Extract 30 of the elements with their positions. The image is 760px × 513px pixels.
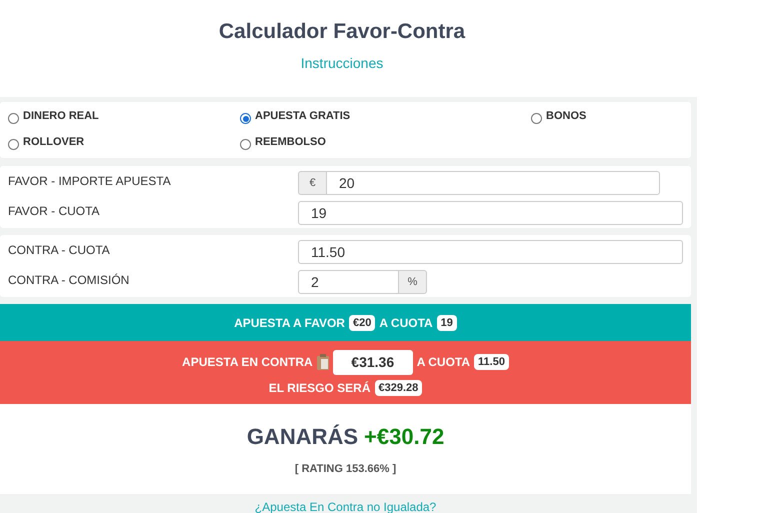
field-label: CONTRA - CUOTA (8, 242, 111, 259)
result-label: GANARÁS (246, 424, 358, 450)
percent-addon: % (399, 270, 427, 294)
summary-label: EL RIESGO SERÁ (268, 380, 371, 394)
contra-stake-field[interactable]: €31.36 (332, 350, 413, 374)
summary-label: A CUOTA (379, 316, 433, 330)
input-field[interactable]: 11.50 (298, 240, 683, 264)
summary-label: A CUOTA (416, 355, 470, 369)
summary-label: APUESTA EN CONTRA (182, 355, 313, 369)
currency-addon: € (298, 171, 326, 195)
risk-badge: €329.28 (374, 380, 422, 396)
summary-label: APUESTA A FAVOR (234, 316, 345, 330)
bet-type-radio[interactable]: REEMBOLSO (240, 134, 326, 150)
bet-type-radio[interactable]: DINERO REAL (8, 108, 99, 124)
field-label: FAVOR - IMPORTE APUESTA (8, 173, 172, 190)
bet-type-radio[interactable]: APUESTA GRATIS (240, 108, 350, 124)
stake-badge: €20 (348, 314, 376, 330)
bet-type-radio[interactable]: ROLLOVER (8, 134, 84, 150)
input-field[interactable]: 19 (298, 201, 683, 225)
input-field[interactable]: 20 (326, 171, 660, 195)
bet-type-radio[interactable]: BONOS (531, 108, 586, 124)
input-field[interactable]: 2 (298, 270, 399, 294)
field-label: CONTRA - COMISIÓN (8, 272, 130, 289)
clipboard-icon[interactable] (316, 354, 329, 370)
profit-value: +€30.72 (364, 424, 444, 450)
odds-badge: 19 (436, 314, 457, 330)
field-label: FAVOR - CUOTA (8, 203, 101, 220)
rating-text: [ RATING 153.66% ] (294, 463, 396, 475)
odds-badge: 11.50 (474, 354, 509, 370)
page-title: Calculador Favor-Contra (218, 20, 466, 44)
